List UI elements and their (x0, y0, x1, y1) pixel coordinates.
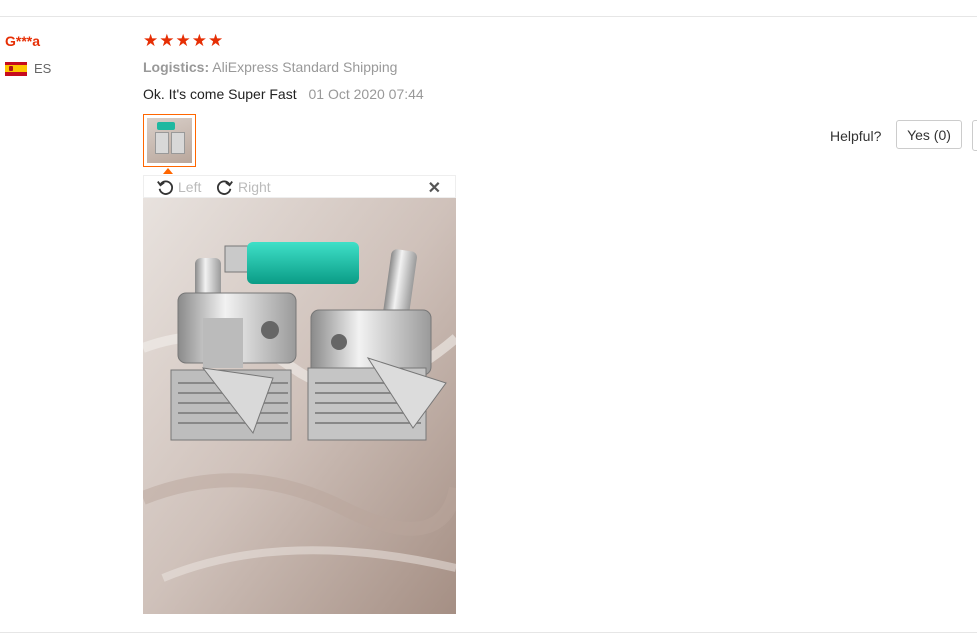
country-code: ES (34, 61, 52, 76)
star-icon: ★ (208, 31, 224, 50)
star-icon: ★ (191, 31, 207, 50)
star-icon: ★ (175, 31, 191, 50)
star-icon: ★ (159, 31, 175, 50)
star-icon: ★ (143, 31, 159, 50)
logistics-value: AliExpress Standard Shipping (212, 59, 398, 75)
review-image-large (143, 198, 456, 614)
rotate-right-label: Right (238, 179, 271, 195)
thumbnail-caret (163, 168, 173, 174)
helpful-yes-button[interactable]: Yes (0) (896, 120, 962, 149)
logistics-label: Logistics: (143, 59, 210, 75)
close-icon: ✕ (427, 180, 441, 197)
logistics-info: Logistics: AliExpress Standard Shipping (143, 59, 397, 75)
review-image-thumbnail[interactable] (143, 114, 196, 167)
helpful-no-button[interactable] (972, 120, 977, 151)
close-viewer-button[interactable]: ✕ (428, 178, 441, 198)
rotate-right-button[interactable]: Right (216, 178, 271, 196)
helpful-label: Helpful? (830, 128, 882, 144)
divider-top (0, 16, 977, 17)
rotate-left-label: Left (178, 179, 202, 195)
review-date: 01 Oct 2020 07:44 (308, 86, 424, 102)
rotate-right-icon (217, 180, 233, 195)
reviewer-name: G***a (5, 33, 41, 49)
divider-bottom (0, 632, 977, 633)
thumbnail-image (147, 118, 192, 163)
reviewer-country: ES (5, 61, 51, 76)
review-content: Ok. It's come Super Fast 01 Oct 2020 07:… (143, 86, 424, 102)
spain-flag-icon (5, 61, 27, 76)
image-viewer-toolbar: Left Right ✕ (143, 175, 456, 198)
review-text: Ok. It's come Super Fast (143, 86, 297, 102)
rotate-left-button[interactable]: Left (156, 178, 201, 196)
rotate-left-icon (157, 180, 173, 195)
star-rating: ★ ★ ★ ★ ★ (143, 32, 223, 50)
